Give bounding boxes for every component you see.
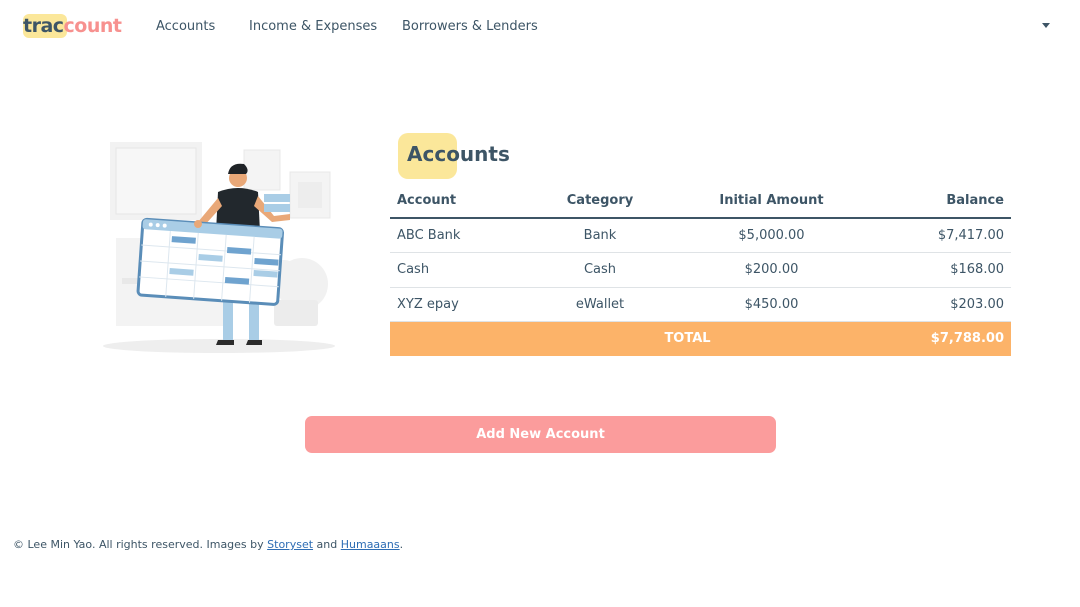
- column-header-category: Category: [516, 184, 684, 219]
- account-category: eWallet: [516, 287, 684, 322]
- table-row[interactable]: ABC Bank Bank $5,000.00 $7,417.00: [390, 218, 1011, 253]
- footer: © Lee Min Yao. All rights reserved. Imag…: [13, 537, 403, 553]
- account-initial-amount: $200.00: [684, 252, 859, 288]
- footer-copyright: © Lee Min Yao. All rights reserved. Imag…: [13, 538, 268, 551]
- account-category: Cash: [516, 252, 684, 288]
- footer-link-humaaans[interactable]: Humaaans: [341, 538, 400, 551]
- caret-down-icon[interactable]: [1042, 23, 1050, 28]
- logo-text-count: count: [63, 15, 122, 37]
- add-new-account-button[interactable]: Add New Account: [305, 416, 776, 453]
- account-initial-amount: $450.00: [684, 287, 859, 322]
- bg-pot: [274, 300, 318, 326]
- table-header-row: Account Category Initial Amount Balance: [390, 184, 1011, 219]
- person-leg-left: [223, 298, 233, 340]
- person-shoe-right: [246, 340, 262, 345]
- bg-window-frame: [115, 147, 197, 215]
- total-empty-cell: [390, 321, 516, 356]
- person-holding-calendar-illustration: [103, 142, 335, 353]
- account-initial-amount: $5,000.00: [684, 218, 859, 253]
- page-title-block: Accounts: [398, 133, 510, 179]
- footer-and: and: [313, 538, 341, 551]
- bg-frame-2-inner: [298, 182, 322, 208]
- person-hand-left: [194, 220, 202, 228]
- bg-frame-1: [243, 149, 281, 191]
- card-1: [264, 194, 290, 202]
- account-name: XYZ epay: [390, 287, 516, 322]
- total-label: TOTAL: [516, 321, 859, 356]
- account-balance: $7,417.00: [859, 218, 1011, 253]
- total-balance: $7,788.00: [859, 321, 1011, 356]
- column-header-account: Account: [390, 184, 516, 219]
- column-header-initial-amount: Initial Amount: [684, 184, 859, 219]
- nav-link-income-expenses[interactable]: Income & Expenses: [249, 18, 377, 36]
- calendar-board: [136, 217, 284, 306]
- account-balance: $203.00: [859, 287, 1011, 322]
- account-name: ABC Bank: [390, 218, 516, 253]
- footer-link-storyset[interactable]: Storyset: [267, 538, 313, 551]
- nav-link-borrowers-lenders[interactable]: Borrowers & Lenders: [402, 18, 538, 36]
- card-2: [264, 204, 290, 212]
- table-row[interactable]: Cash Cash $200.00 $168.00: [390, 252, 1011, 288]
- person-shoe-left: [216, 340, 234, 345]
- column-header-balance: Balance: [859, 184, 1011, 219]
- logo-text-trac: trac: [23, 15, 64, 37]
- footer-period: .: [399, 538, 404, 551]
- table-row[interactable]: XYZ epay eWallet $450.00 $203.00: [390, 287, 1011, 322]
- person-hair: [228, 163, 248, 174]
- brand-logo[interactable]: traccount: [23, 14, 122, 39]
- top-navbar: traccount Accounts Income & Expenses Bor…: [0, 0, 1080, 54]
- page-title: Accounts: [407, 142, 510, 166]
- account-balance: $168.00: [859, 252, 1011, 288]
- account-category: Bank: [516, 218, 684, 253]
- account-name: Cash: [390, 252, 516, 288]
- accounts-table: Account Category Initial Amount Balance …: [390, 184, 1011, 356]
- total-row: TOTAL $7,788.00: [390, 321, 1011, 356]
- nav-link-accounts[interactable]: Accounts: [156, 18, 215, 36]
